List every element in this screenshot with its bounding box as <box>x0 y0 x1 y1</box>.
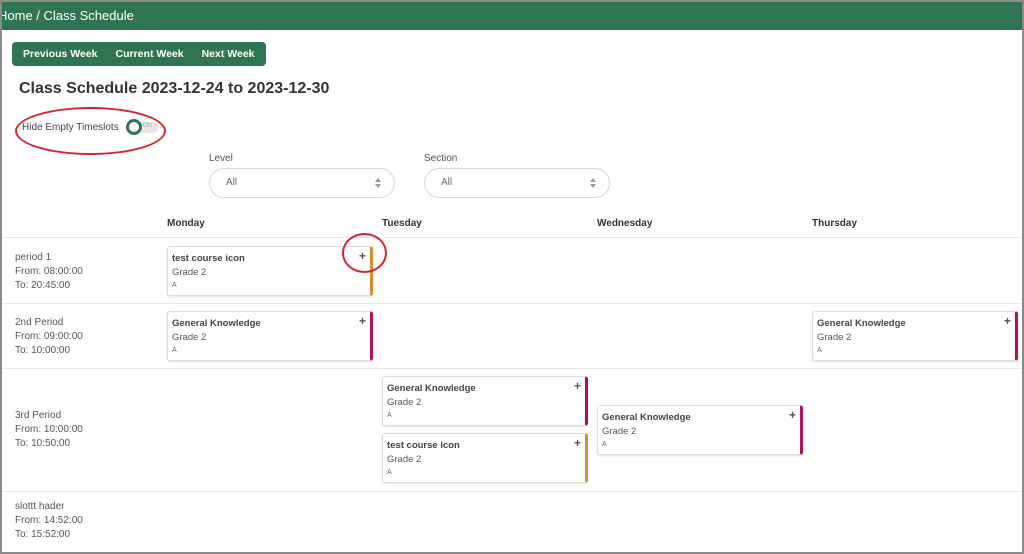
section-select[interactable]: All <box>424 168 610 198</box>
row-divider <box>2 237 1022 238</box>
period-row-1: period 1 From: 08:00:00 To: 20:45:00 <box>15 251 83 293</box>
add-icon[interactable]: + <box>574 379 581 393</box>
card-section: A <box>387 469 392 476</box>
class-card[interactable]: General Knowledge Grade 2 A + <box>382 376 588 426</box>
class-card[interactable]: General Knowledge Grade 2 A + <box>597 405 803 455</box>
annotation-oval-add <box>342 233 387 273</box>
period-name: 3rd Period <box>15 410 62 421</box>
page-title: Class Schedule 2023-12-24 to 2023-12-30 <box>19 80 330 97</box>
card-grade: Grade 2 <box>817 332 852 343</box>
card-title: General Knowledge <box>387 383 476 394</box>
week-navigation: Previous Week Current Week Next Week <box>12 42 266 66</box>
top-bar: Home / Class Schedule <box>2 2 1022 30</box>
period-from: From: 14:52:00 <box>15 515 83 526</box>
card-section: A <box>387 412 392 419</box>
card-section: A <box>172 282 177 289</box>
day-header-monday: Monday <box>167 218 205 229</box>
row-divider <box>2 303 1022 304</box>
level-select[interactable]: All <box>209 168 395 198</box>
period-row-2: 2nd Period From: 09:00:00 To: 10:00:00 <box>15 316 83 358</box>
row-divider <box>2 491 1022 492</box>
day-header-tuesday: Tuesday <box>382 218 422 229</box>
select-arrows-icon <box>590 178 596 188</box>
card-grade: Grade 2 <box>387 454 422 465</box>
add-icon[interactable]: + <box>574 436 581 450</box>
period-row-3: 3rd Period From: 10:00:00 To: 10:50:00 <box>15 409 83 451</box>
breadcrumb[interactable]: Home / Class Schedule <box>2 2 134 30</box>
period-from: From: 08:00:00 <box>15 266 83 277</box>
add-icon[interactable]: + <box>789 408 796 422</box>
add-icon[interactable]: + <box>359 314 366 328</box>
period-name: slottt hader <box>15 501 65 512</box>
class-card[interactable]: test course icon Grade 2 A + <box>382 433 588 483</box>
period-from: From: 10:00:00 <box>15 424 83 435</box>
period-from: From: 09:00:00 <box>15 331 83 342</box>
period-to: To: 20:45:00 <box>15 280 71 291</box>
add-icon[interactable]: + <box>1004 314 1011 328</box>
app-frame: Home / Class Schedule Previous Week Curr… <box>0 0 1024 554</box>
day-header-thursday: Thursday <box>812 218 858 229</box>
card-title: General Knowledge <box>817 318 906 329</box>
section-select-value: All <box>441 177 453 188</box>
period-to: To: 10:00:00 <box>15 345 71 356</box>
card-title: General Knowledge <box>172 318 261 329</box>
card-section: A <box>172 347 177 354</box>
select-arrows-icon <box>375 178 381 188</box>
card-grade: Grade 2 <box>387 397 422 408</box>
annotation-oval-toggle <box>15 107 166 155</box>
current-week-button[interactable]: Current Week <box>107 42 193 66</box>
period-to: To: 15:52:00 <box>15 529 71 540</box>
card-title: test course icon <box>387 440 460 451</box>
period-row-4: slottt hader From: 14:52:00 To: 15:52:00 <box>15 500 83 542</box>
card-title: test course icon <box>172 253 245 264</box>
level-label: Level <box>209 153 233 164</box>
card-section: A <box>817 347 822 354</box>
period-name: period 1 <box>15 252 52 263</box>
day-header-wednesday: Wednesday <box>597 218 653 229</box>
card-grade: Grade 2 <box>172 332 207 343</box>
class-card[interactable]: General Knowledge Grade 2 A + <box>812 311 1018 361</box>
card-grade: Grade 2 <box>172 267 207 278</box>
card-grade: Grade 2 <box>602 426 637 437</box>
section-label: Section <box>424 153 458 164</box>
card-section: A <box>602 441 607 448</box>
level-select-value: All <box>226 177 238 188</box>
period-name: 2nd Period <box>15 317 64 328</box>
row-divider <box>2 368 1022 369</box>
class-card[interactable]: General Knowledge Grade 2 A + <box>167 311 373 361</box>
card-title: General Knowledge <box>602 412 691 423</box>
period-to: To: 10:50:00 <box>15 438 71 449</box>
previous-week-button[interactable]: Previous Week <box>14 42 107 66</box>
next-week-button[interactable]: Next Week <box>193 42 264 66</box>
